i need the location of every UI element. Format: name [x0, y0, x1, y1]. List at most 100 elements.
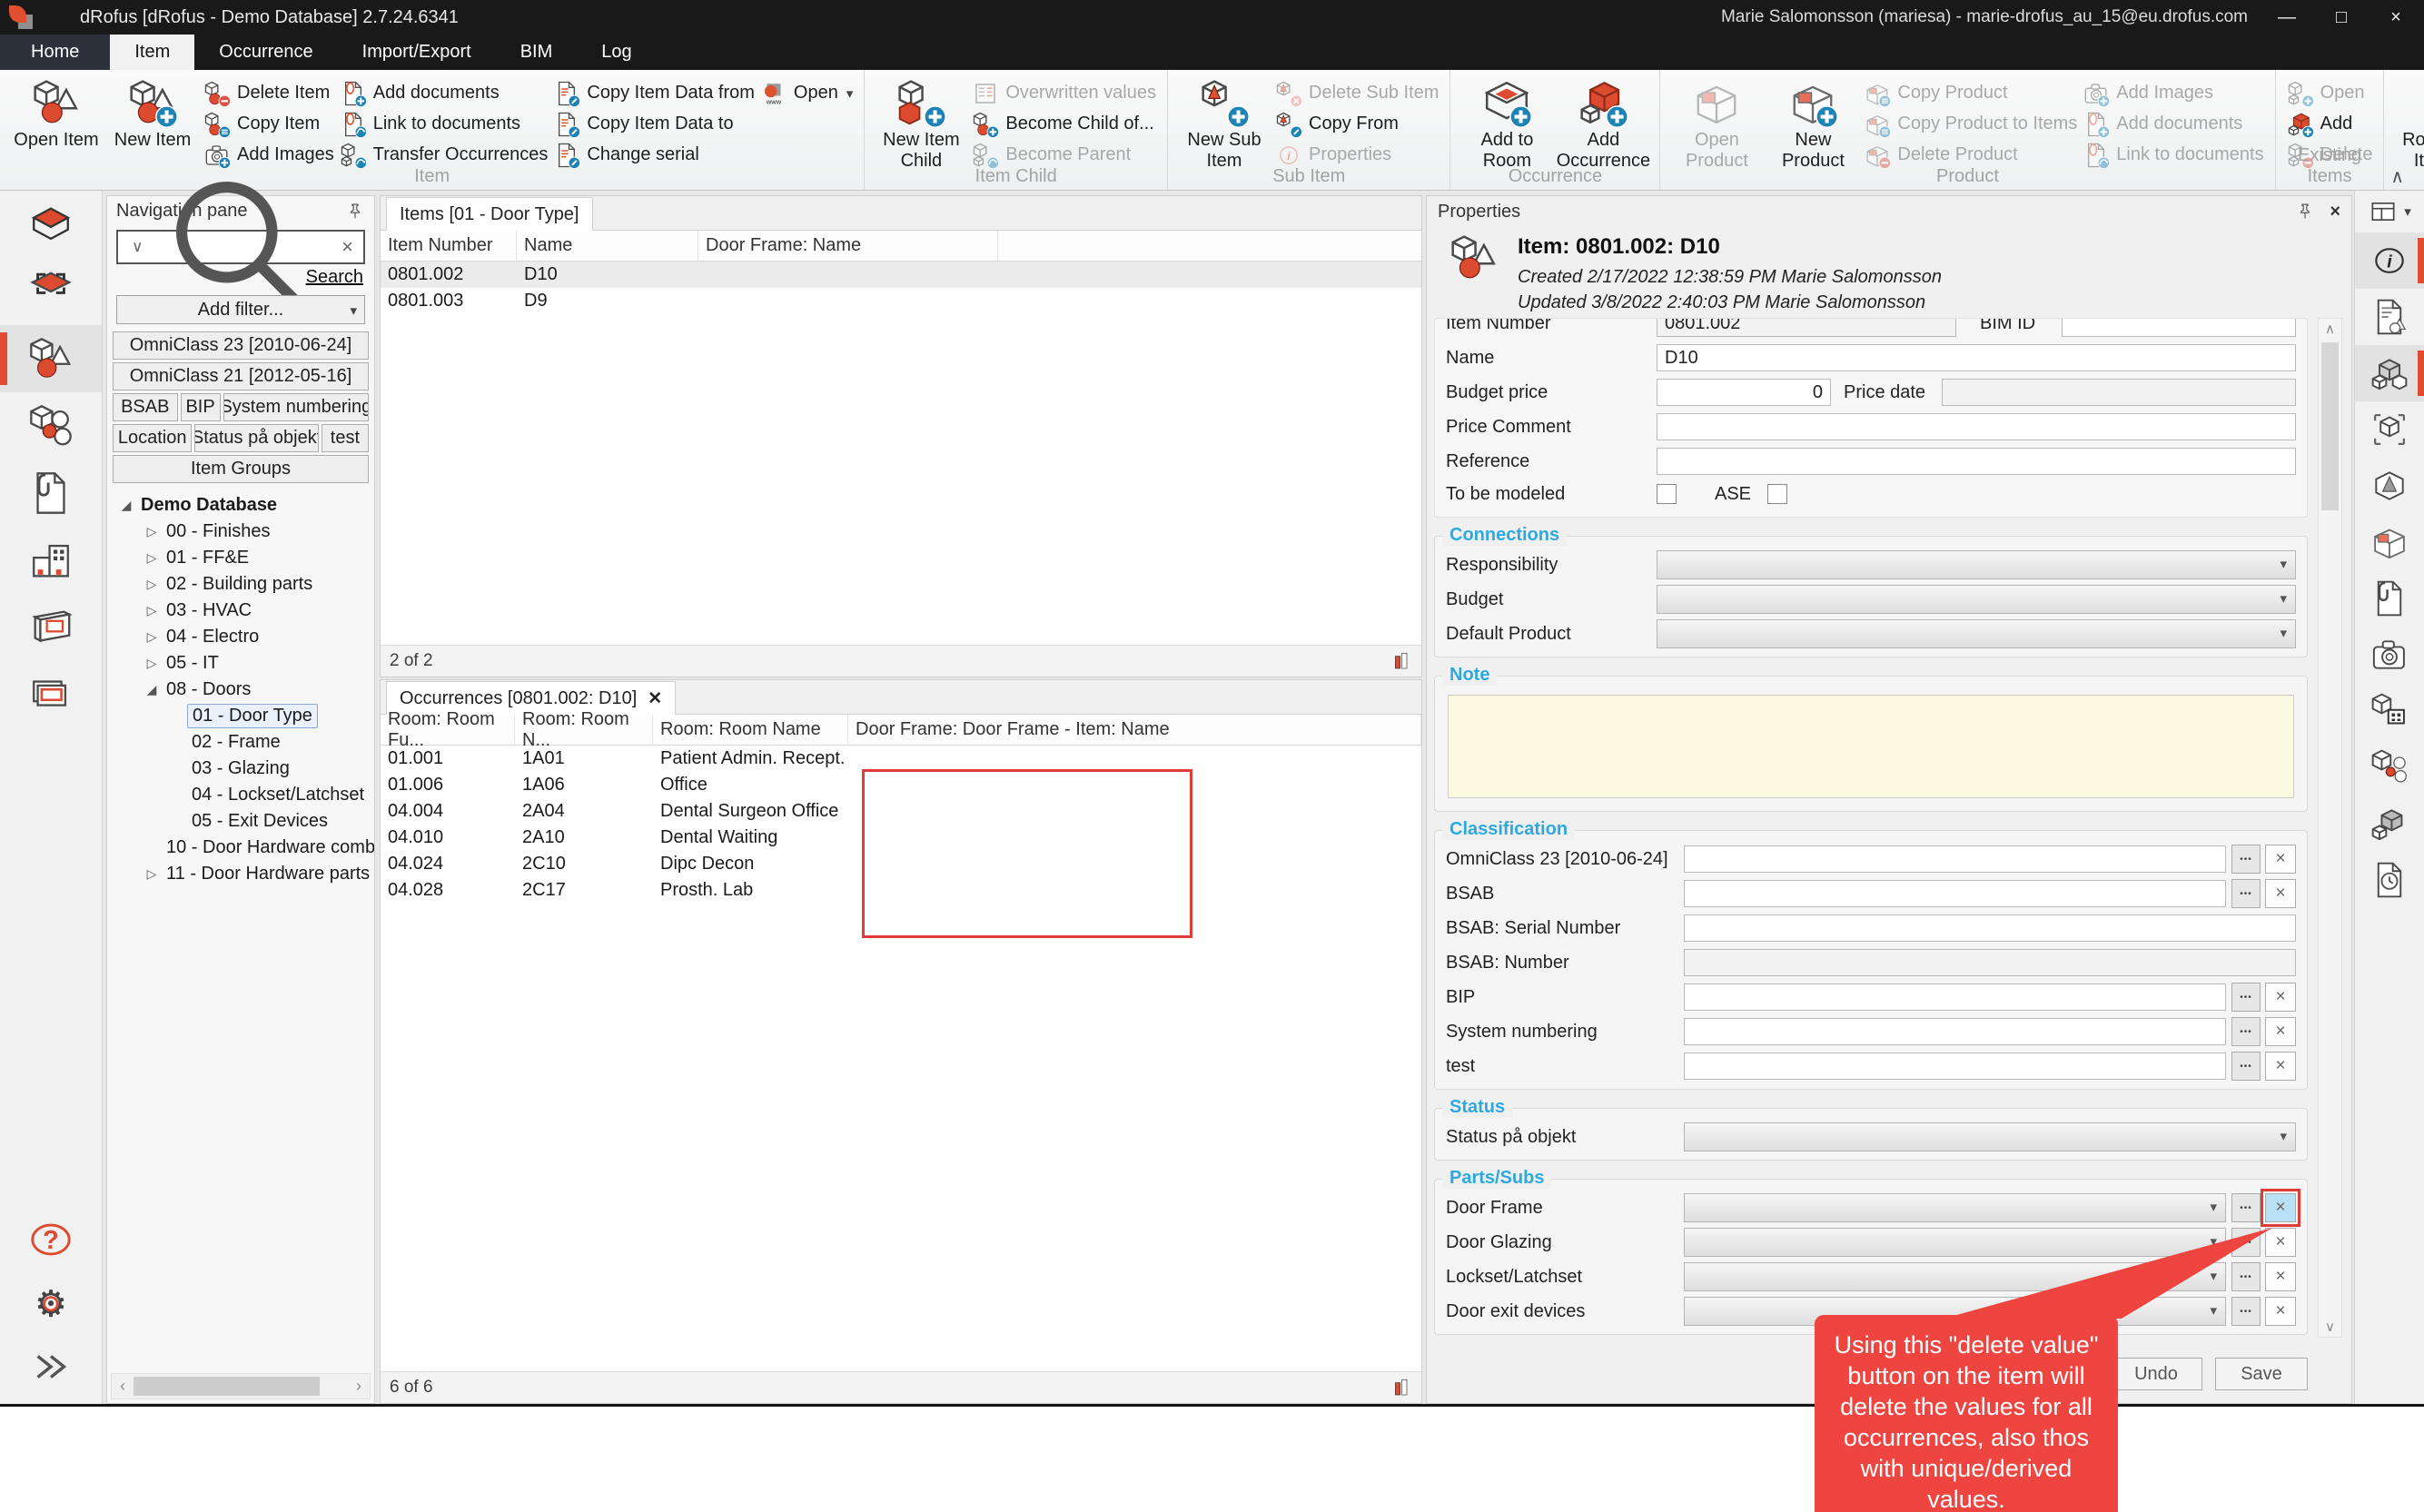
- column-header-room-room-fu[interactable]: Room: Room Fu...: [381, 715, 515, 745]
- chart-mini-icon[interactable]: [1390, 1377, 1412, 1398]
- tree-item-00-finishes[interactable]: ▷00 - Finishes: [107, 519, 374, 545]
- scroll-right-icon[interactable]: ›: [348, 1377, 370, 1396]
- filter-button-location[interactable]: Location: [113, 424, 192, 452]
- copy-item-data-to-button[interactable]: Copy Item Data to: [553, 109, 755, 139]
- copy-product-to-items-button[interactable]: Copy Product to Items: [1864, 109, 2077, 139]
- search-history-caret-icon[interactable]: ∨: [132, 238, 143, 256]
- budget-price-field[interactable]: 0: [1657, 379, 1831, 406]
- budget-dropdown[interactable]: ▾: [1657, 585, 2296, 614]
- scrollbar-thumb[interactable]: [134, 1377, 320, 1396]
- delete-value-button[interactable]: ×: [2265, 1297, 2296, 1326]
- chart-mini-icon[interactable]: [1390, 650, 1412, 672]
- rail-connections-tab-button[interactable]: [2355, 739, 2424, 796]
- omniclass-23-2010-06-24-field[interactable]: [1684, 845, 2226, 873]
- column-header-room-room-n[interactable]: Room: Room N...: [515, 715, 653, 745]
- menu-tab-occurrence[interactable]: Occurrence: [194, 35, 337, 70]
- column-header-room-room-name[interactable]: Room: Room Name: [653, 715, 848, 745]
- items-tab[interactable]: Items [01 - Door Type]: [386, 197, 593, 231]
- scroll-up-icon[interactable]: ∧: [2319, 321, 2341, 337]
- ellipsis-picker-button[interactable]: •••: [2231, 1052, 2261, 1081]
- to-be-modeled-checkbox[interactable]: [1657, 484, 1677, 504]
- rail-reports-module-button[interactable]: [0, 661, 102, 728]
- filter-button-bsab[interactable]: BSAB: [113, 393, 178, 421]
- scroll-down-icon[interactable]: ∨: [2319, 1319, 2341, 1335]
- ellipsis-picker-button[interactable]: •••: [2231, 1193, 2261, 1222]
- link-to-documents-button[interactable]: Link to documents: [340, 109, 549, 139]
- tree-item-04-electro[interactable]: ▷04 - Electro: [107, 624, 374, 650]
- pin-icon[interactable]: [2295, 202, 2315, 222]
- menu-tab-item[interactable]: Item: [110, 35, 194, 70]
- copy-from-button[interactable]: Copy From: [1275, 109, 1439, 139]
- filter-button-status-p-objekt[interactable]: Status på objekt: [194, 424, 319, 452]
- tree-item-05-exit-devices[interactable]: 05 - Exit Devices: [107, 808, 374, 835]
- window-close-button[interactable]: ×: [2380, 7, 2411, 28]
- column-header-door-frame-door-frame-item-name[interactable]: Door Frame: Door Frame - Item: Name: [848, 715, 1421, 745]
- scrollbar-thumb[interactable]: [2321, 342, 2339, 510]
- rail-items-module-button[interactable]: [0, 325, 102, 392]
- rail-settings-gear-button[interactable]: ⚙: [0, 1271, 102, 1335]
- window-minimize-button[interactable]: —: [2271, 7, 2302, 28]
- expander-closed-icon[interactable]: ▷: [142, 577, 162, 592]
- open-button[interactable]: wwwOpen▾: [760, 78, 853, 108]
- table-row[interactable]: 0801.003D9: [381, 288, 1421, 314]
- add-documents-button[interactable]: Add documents: [340, 78, 549, 108]
- status-p-objekt-dropdown[interactable]: ▾: [1684, 1122, 2296, 1151]
- open-item-button[interactable]: Open Item: [11, 75, 102, 151]
- filter-button-omniclass-23-2010-06-24[interactable]: OmniClass 23 [2010-06-24]: [113, 331, 369, 360]
- lockset-latchset-dropdown[interactable]: ▾: [1684, 1262, 2226, 1291]
- expander-closed-icon[interactable]: ▷: [142, 656, 162, 671]
- filter-button-omniclass-21-2012-05-16[interactable]: OmniClass 21 [2012-05-16]: [113, 362, 369, 390]
- rail-classification-tab-button[interactable]: [2355, 683, 2424, 739]
- open-product-button[interactable]: Open Product: [1671, 75, 1762, 172]
- window-maximize-button[interactable]: □: [2326, 7, 2357, 28]
- new-product-button[interactable]: New Product: [1767, 75, 1858, 172]
- tree-item-03-glazing[interactable]: 03 - Glazing: [107, 756, 374, 782]
- bsab-serial-number-field[interactable]: [1684, 914, 2296, 942]
- pin-icon[interactable]: [345, 202, 365, 222]
- filter-button-bip[interactable]: BIP: [181, 393, 221, 421]
- ellipsis-picker-button[interactable]: •••: [2231, 1228, 2261, 1257]
- ellipsis-picker-button[interactable]: •••: [2231, 1297, 2261, 1326]
- tree-item-demo-database[interactable]: ◢Demo Database: [107, 492, 374, 519]
- delete-value-button[interactable]: ×: [2265, 1017, 2296, 1046]
- properties-vertical-scrollbar[interactable]: ∧ ∨: [2318, 318, 2342, 1338]
- rail-info-tab-button[interactable]: i: [2355, 232, 2424, 289]
- open-button[interactable]: Open: [2287, 78, 2373, 108]
- delete-value-button[interactable]: ×: [2265, 845, 2296, 874]
- add-filter-dropdown[interactable]: Add filter... ▾: [116, 295, 365, 324]
- menu-tab-import-export[interactable]: Import/Export: [338, 35, 496, 70]
- expander-open-icon[interactable]: ◢: [142, 682, 162, 697]
- column-header-door-frame-name[interactable]: Door Frame: Name: [698, 231, 998, 261]
- menu-tab-bim[interactable]: BIM: [496, 35, 578, 70]
- expander-closed-icon[interactable]: ▷: [142, 550, 162, 566]
- door-glazing-dropdown[interactable]: ▾: [1684, 1228, 2226, 1257]
- rail-room-datasheet-module-button[interactable]: [0, 594, 102, 661]
- rail-parts-tab-button[interactable]: [2355, 796, 2424, 852]
- search-clear-icon[interactable]: ×: [341, 235, 353, 259]
- save-button[interactable]: Save: [2215, 1358, 2308, 1390]
- tree-item-02-building-parts[interactable]: ▷02 - Building parts: [107, 571, 374, 598]
- filter-button-item-groups[interactable]: Item Groups: [113, 455, 369, 483]
- tree-item-03-hvac[interactable]: ▷03 - HVAC: [107, 598, 374, 624]
- reference-field[interactable]: [1657, 448, 2296, 475]
- delete-value-button[interactable]: ×: [2265, 1228, 2296, 1257]
- delete-value-button[interactable]: ×: [2265, 983, 2296, 1012]
- new-sub-item-button[interactable]: New Sub Item: [1179, 75, 1270, 172]
- door-frame-dropdown[interactable]: ▾: [1684, 1193, 2226, 1222]
- ellipsis-picker-button[interactable]: •••: [2231, 879, 2261, 908]
- expander-closed-icon[interactable]: ▷: [142, 603, 162, 618]
- column-header-name[interactable]: Name: [517, 231, 698, 261]
- copy-item-data-from-button[interactable]: Copy Item Data from: [553, 78, 755, 108]
- column-header-item-number[interactable]: Item Number: [381, 231, 517, 261]
- name-field[interactable]: D10: [1657, 344, 2296, 371]
- system-numbering-field[interactable]: [1684, 1018, 2226, 1045]
- rail-images-tab-button[interactable]: [2355, 627, 2424, 683]
- responsibility-dropdown[interactable]: ▾: [1657, 550, 2296, 579]
- menu-tab-log[interactable]: Log: [577, 35, 656, 70]
- rail-buildings-module-button[interactable]: [0, 527, 102, 594]
- delete-sub-item-button[interactable]: Delete Sub Item: [1275, 78, 1439, 108]
- rail-help-button[interactable]: ?: [0, 1208, 102, 1271]
- rail-documents-tab-button[interactable]: [2355, 570, 2424, 627]
- filter-button-system-numbering[interactable]: System numbering: [223, 393, 369, 421]
- rail-documents-module-button[interactable]: [0, 460, 102, 527]
